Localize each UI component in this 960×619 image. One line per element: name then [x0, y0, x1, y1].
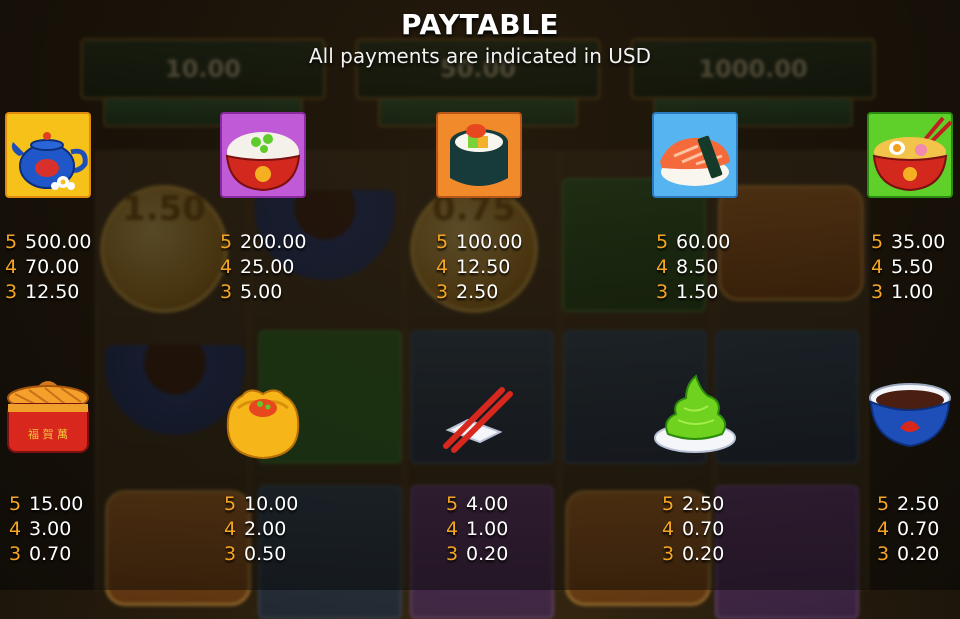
sushi-roll-icon — [436, 112, 522, 198]
paytable-entry-wasabi: 5 2.50 4 0.70 3 0.20 — [662, 492, 724, 567]
paytable-entry-salmon-nigiri: 5 60.00 4 8.50 3 1.50 — [656, 230, 730, 305]
pay-row-4: 4 0.70 — [662, 518, 725, 540]
pay-row-5: 5 4.00 — [446, 493, 509, 515]
pay-row-3: 3 0.20 — [877, 543, 940, 565]
wasabi-icon — [652, 372, 738, 458]
rice-bowl-icon — [220, 112, 306, 198]
paytable-subtitle: All payments are indicated in USD — [309, 44, 651, 68]
pay-row-3: 3 0.20 — [446, 543, 509, 565]
paytable-entry-sushi-roll: 5 100.00 4 12.50 3 2.50 — [436, 230, 522, 305]
pay-row-4: 4 70.00 — [5, 256, 80, 278]
pay-row-5: 5 2.50 — [662, 493, 725, 515]
pay-row-4: 4 3.00 — [9, 518, 72, 540]
pay-row-5: 5 100.00 — [436, 231, 523, 253]
dumpling-icon — [220, 380, 306, 466]
pay-row-4: 4 25.00 — [220, 256, 295, 278]
pay-row-4: 4 2.00 — [224, 518, 287, 540]
teapot-icon — [5, 112, 91, 198]
pay-row-3: 3 5.00 — [220, 281, 283, 303]
ramen-bowl-icon — [867, 112, 953, 198]
paytable-entry-ramen-bowl: 5 35.00 4 5.50 3 1.00 — [871, 230, 945, 305]
pay-row-4: 4 0.70 — [877, 518, 940, 540]
pay-row-3: 3 0.50 — [224, 543, 287, 565]
paytable-title: PAYTABLE — [400, 8, 560, 41]
pay-row-5: 5 15.00 — [9, 493, 84, 515]
pay-row-4: 4 1.00 — [446, 518, 509, 540]
pay-row-3: 3 12.50 — [5, 281, 80, 303]
bamboo-basket-icon: 福 賀 萬 — [5, 374, 91, 460]
paytable-entry-chopsticks: 5 4.00 4 1.00 3 0.20 — [446, 492, 508, 567]
paytable-entry-soy-sauce-bowl: 5 2.50 4 0.70 3 0.20 — [877, 492, 939, 567]
pay-row-5: 5 500.00 — [5, 231, 92, 253]
pay-row-4: 4 12.50 — [436, 256, 511, 278]
pay-row-3: 3 1.50 — [656, 281, 719, 303]
pay-row-3: 3 2.50 — [436, 281, 499, 303]
paytable-entry-bamboo-basket: 5 15.00 4 3.00 3 0.70 — [9, 492, 83, 567]
pay-row-5: 5 10.00 — [224, 493, 299, 515]
chopsticks-icon — [438, 380, 524, 466]
pay-row-5: 5 200.00 — [220, 231, 307, 253]
pay-row-3: 3 0.20 — [662, 543, 725, 565]
pay-row-4: 4 8.50 — [656, 256, 719, 278]
paytable-entry-dumpling: 5 10.00 4 2.00 3 0.50 — [224, 492, 298, 567]
soy-sauce-bowl-icon — [867, 378, 953, 464]
pay-row-5: 5 60.00 — [656, 231, 731, 253]
pay-row-5: 5 2.50 — [877, 493, 940, 515]
svg-text:福 賀 萬: 福 賀 萬 — [28, 427, 68, 441]
pay-row-5: 5 35.00 — [871, 231, 946, 253]
salmon-nigiri-icon — [652, 112, 738, 198]
pay-row-3: 3 0.70 — [9, 543, 72, 565]
paytable-entry-rice-bowl: 5 200.00 4 25.00 3 5.00 — [220, 230, 306, 305]
pay-row-4: 4 5.50 — [871, 256, 934, 278]
pay-row-3: 3 1.00 — [871, 281, 934, 303]
paytable-entry-teapot: 5 500.00 4 70.00 3 12.50 — [5, 230, 91, 305]
